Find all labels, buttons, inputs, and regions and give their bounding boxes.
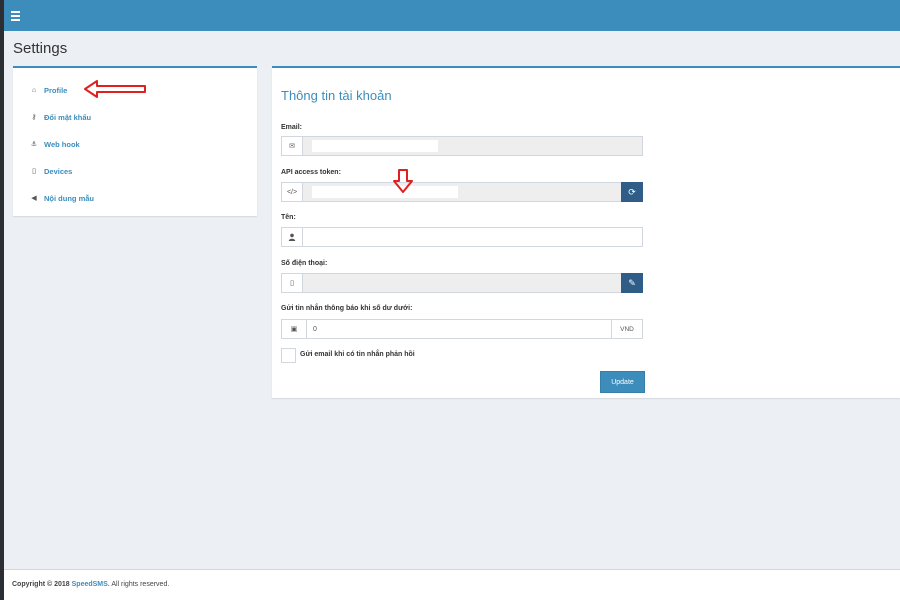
refresh-token-button[interactable]: ⟳ <box>621 182 643 202</box>
sidebar-item-label: Đổi mật khẩu <box>44 112 92 122</box>
redacted-token <box>312 186 458 198</box>
code-icon: </> <box>282 183 303 201</box>
anchor-icon: ⚓ <box>30 141 38 148</box>
sidebar-item-devices[interactable]: ▯ Devices <box>29 163 72 179</box>
redacted-email <box>312 140 438 152</box>
email-label: Email: <box>281 124 303 131</box>
low-balance-input[interactable] <box>307 320 611 338</box>
sidebar-item-label: Nội dung mẫu <box>44 193 94 203</box>
account-info-panel: Thông tin tài khoản Email: ✉ API access … <box>272 66 900 398</box>
copyright-suffix: All rights reserved. <box>111 581 170 588</box>
api-token-label: API access token: <box>281 169 341 176</box>
phone-input[interactable] <box>303 274 621 292</box>
name-input[interactable] <box>303 228 642 246</box>
currency-unit: VND <box>611 320 642 338</box>
low-balance-field: ▣ VND <box>281 319 643 339</box>
api-token-field: </> ⟳ <box>281 182 643 202</box>
page-title: Settings <box>13 40 68 57</box>
email-reply-label: Gửi email khi có tin nhắn phản hồi <box>300 351 415 358</box>
name-field <box>281 227 643 247</box>
sidebar-item-label: Devices <box>44 166 73 176</box>
brand-link[interactable]: SpeedSMS. <box>72 581 110 588</box>
email-field: ✉ <box>281 136 643 156</box>
top-navbar <box>4 0 900 31</box>
form-title: Thông tin tài khoản <box>281 88 392 103</box>
copyright-prefix: Copyright © 2018 <box>12 581 70 588</box>
sidebar-item-change-password[interactable]: ⚷ Đổi mật khẩu <box>29 109 91 125</box>
edit-phone-button[interactable]: ✎ <box>621 273 643 293</box>
app-window: Settings ⌂ Profile ⚷ Đổi mật khẩu ⚓ Web … <box>4 0 900 600</box>
refresh-icon: ⟳ <box>628 186 636 197</box>
low-balance-label: Gửi tin nhắn thông báo khi số dư dưới: <box>281 305 413 312</box>
mobile-icon: ▯ <box>32 168 36 175</box>
user-icon <box>282 228 303 246</box>
hamburger-menu-icon[interactable] <box>10 9 24 23</box>
sidebar-item-label: Web hook <box>44 139 80 149</box>
money-icon: ▣ <box>282 320 307 338</box>
annotation-arrow-left <box>84 80 146 98</box>
pencil-icon: ✎ <box>628 277 636 288</box>
sidebar-item-webhook[interactable]: ⚓ Web hook <box>29 136 80 152</box>
home-icon: ⌂ <box>31 86 37 94</box>
annotation-arrow-down <box>393 169 413 193</box>
key-icon: ⚷ <box>31 114 37 121</box>
sidebar-item-profile[interactable]: ⌂ Profile <box>29 82 67 98</box>
mobile-icon: ▯ <box>282 274 303 292</box>
copyright-text: Copyright © 2018 SpeedSMS. All rights re… <box>12 581 169 588</box>
email-reply-checkbox[interactable] <box>281 348 296 363</box>
phone-field: ▯ ✎ <box>281 273 643 293</box>
phone-label: Số điện thoại: <box>281 260 328 267</box>
footer: Copyright © 2018 SpeedSMS. All rights re… <box>4 569 900 600</box>
bullhorn-icon: ◀ <box>31 195 37 202</box>
sidebar-item-templates[interactable]: ◀ Nội dung mẫu <box>29 190 94 206</box>
sidebar-item-label: Profile <box>44 85 68 95</box>
name-label: Tên: <box>281 214 296 221</box>
settings-sidebar: ⌂ Profile ⚷ Đổi mật khẩu ⚓ Web hook ▯ De… <box>13 66 257 216</box>
update-button[interactable]: Update <box>600 371 645 393</box>
envelope-icon: ✉ <box>282 137 303 155</box>
